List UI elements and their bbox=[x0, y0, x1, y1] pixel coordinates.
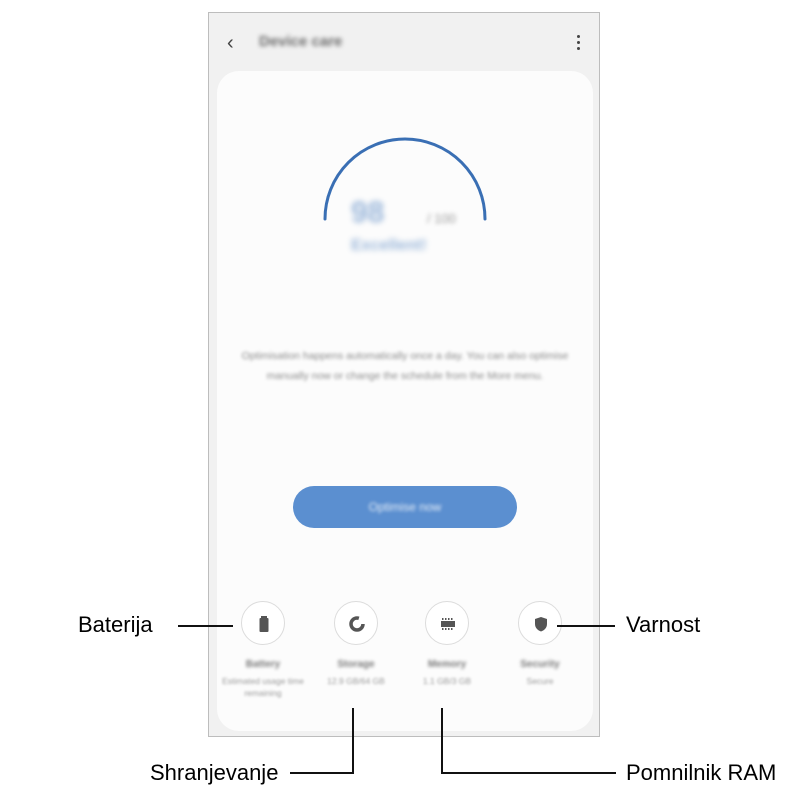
security-detail: Secure bbox=[526, 676, 554, 686]
shield-icon bbox=[535, 617, 547, 632]
memory-leader-vertical bbox=[441, 708, 443, 774]
security-label: Security bbox=[520, 659, 560, 670]
battery-label: Battery bbox=[245, 659, 281, 670]
optimize-now-label: Optimise now bbox=[368, 500, 442, 514]
device-care-card: 98 / 100 Excellent! Optimisation happens… bbox=[217, 71, 593, 731]
battery-callout: Baterija bbox=[78, 612, 153, 637]
storage-button[interactable] bbox=[334, 601, 378, 645]
back-arrow-icon[interactable]: ‹ bbox=[227, 32, 247, 54]
score-value: 98 bbox=[351, 196, 385, 229]
score-gauge bbox=[323, 137, 487, 221]
memory-callout: Pomnilnik RAM bbox=[626, 760, 777, 785]
page-title: Device care bbox=[259, 33, 343, 50]
storage-leader-horizontal bbox=[290, 772, 354, 774]
memory-chip-icon bbox=[441, 618, 455, 630]
security-leader-line bbox=[557, 625, 615, 627]
storage-leader-vertical bbox=[352, 708, 354, 774]
battery-icon bbox=[259, 616, 269, 632]
score-status: Excellent! bbox=[351, 237, 427, 254]
phone-screen: ‹ Device care 98 / 100 Excellent! Optimi… bbox=[208, 12, 600, 737]
security-button[interactable] bbox=[518, 601, 562, 645]
optimize-now-button[interactable]: Optimise now bbox=[293, 486, 517, 528]
app-bar: ‹ Device care bbox=[209, 13, 599, 73]
battery-leader-line bbox=[178, 625, 233, 627]
battery-detail: Estimated usage time remaining bbox=[222, 676, 304, 698]
memory-leader-horizontal bbox=[441, 772, 616, 774]
more-options-icon[interactable] bbox=[571, 33, 585, 55]
storage-detail: 12.9 GB/64 GB bbox=[327, 676, 385, 686]
score-unit: / 100 bbox=[427, 211, 456, 226]
optimization-description: Optimisation happens automatically once … bbox=[241, 350, 569, 382]
storage-label: Storage bbox=[337, 659, 375, 670]
memory-button[interactable] bbox=[425, 601, 469, 645]
memory-detail: 1.1 GB/3 GB bbox=[422, 676, 472, 686]
memory-label: Memory bbox=[427, 659, 467, 670]
battery-button[interactable] bbox=[241, 601, 285, 645]
storage-callout: Shranjevanje bbox=[150, 760, 279, 785]
storage-pie-icon bbox=[349, 616, 365, 632]
security-callout: Varnost bbox=[626, 612, 701, 637]
